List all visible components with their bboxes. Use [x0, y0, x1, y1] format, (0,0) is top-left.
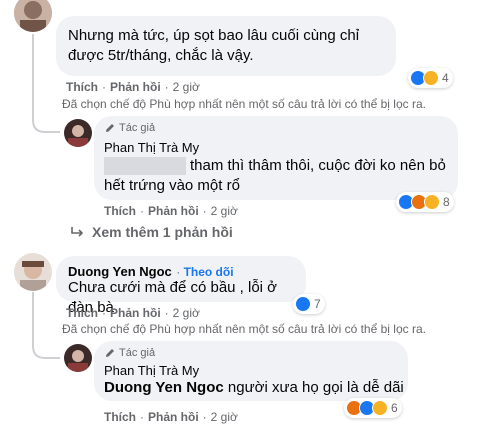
- separator-dot: ·: [140, 204, 144, 218]
- comment-text: tham thì thâm thôi, cuộc đời ko nên bỏ h…: [104, 156, 456, 196]
- reaction-summary[interactable]: 8: [396, 192, 454, 212]
- author-badge: Tác giả: [104, 122, 155, 134]
- like-link[interactable]: Thích: [66, 80, 98, 94]
- separator-dot: ·: [140, 410, 144, 424]
- timestamp[interactable]: 2 giờ: [173, 306, 200, 320]
- comment-author[interactable]: Phan Thị Trà My: [104, 140, 199, 155]
- like-link[interactable]: Thích: [104, 204, 136, 218]
- avatar[interactable]: [64, 119, 92, 147]
- separator-dot: ·: [164, 306, 169, 320]
- pencil-icon: [106, 124, 114, 132]
- comment-text: Duong Yen Ngoc người xưa họ gọi là dễ dã…: [104, 378, 404, 398]
- reply-link[interactable]: Phản hồi: [110, 306, 161, 320]
- reply-bubble: Tác giả Phan Thị Trà My Duong Yen Ngoc n…: [94, 341, 408, 401]
- avatar[interactable]: [14, 0, 52, 32]
- avatar-image: [14, 253, 52, 291]
- separator-dot: ·: [164, 80, 169, 94]
- reaction-summary[interactable]: 6: [344, 398, 402, 418]
- pencil-icon: [106, 349, 114, 357]
- separator-dot: ·: [202, 204, 207, 218]
- timestamp[interactable]: 2 giờ: [173, 80, 200, 94]
- author-badge: Tác giả: [104, 347, 155, 359]
- reaction-count: 7: [314, 297, 321, 311]
- reply-link[interactable]: Phản hồi: [110, 80, 161, 94]
- comment-text: Nhưng mà tức, úp sọt bao lâu cuối cùng c…: [68, 27, 360, 64]
- timestamp[interactable]: 2 giờ: [211, 204, 238, 218]
- comment-actions: Thích · Phản hồi · 2 giờ: [66, 306, 200, 320]
- comment-bubble: Nhưng mà tức, úp sọt bao lâu cuối cùng c…: [56, 16, 396, 76]
- haha-icon: [424, 194, 440, 210]
- like-icon: [295, 296, 311, 312]
- avatar-image: [64, 119, 92, 147]
- haha-icon: [372, 400, 388, 416]
- like-link[interactable]: Thích: [66, 306, 98, 320]
- view-more-replies[interactable]: Xem thêm 1 phản hồi: [70, 224, 233, 240]
- author-badge-label: Tác giả: [119, 347, 156, 359]
- reply-link[interactable]: Phản hồi: [148, 410, 199, 424]
- avatar[interactable]: [14, 253, 52, 291]
- comment-text-body: người xưa họ gọi là dễ dãi: [227, 379, 404, 396]
- author-badge-label: Tác giả: [119, 122, 156, 134]
- filter-note: Đã chọn chế độ Phù hợp nhất nên một số c…: [62, 322, 426, 336]
- separator-dot: ·: [176, 265, 184, 279]
- reaction-summary[interactable]: 4: [408, 68, 453, 88]
- reply-bubble: Tác giả Phan Thị Trà My tham thì thâm th…: [94, 116, 458, 200]
- comment-bubble: Duong Yen Ngoc · Theo dõi Chưa cưới mà đ…: [56, 256, 306, 316]
- comment-author[interactable]: Phan Thị Trà My: [104, 363, 199, 378]
- timestamp[interactable]: 2 giờ: [211, 410, 238, 424]
- separator-dot: ·: [102, 80, 106, 94]
- mention-link[interactable]: Duong Yen Ngoc: [104, 379, 224, 396]
- redacted-mention: [104, 157, 186, 176]
- separator-dot: ·: [102, 306, 106, 320]
- reaction-summary[interactable]: 7: [293, 294, 325, 314]
- like-link[interactable]: Thích: [104, 410, 136, 424]
- haha-icon: [423, 70, 439, 86]
- avatar-image: [64, 344, 92, 372]
- reply-actions: Thích · Phản hồi · 2 giờ: [104, 410, 238, 424]
- view-more-replies-label: Xem thêm 1 phản hồi: [92, 224, 233, 240]
- comment-actions: Thích · Phản hồi · 2 giờ: [66, 80, 200, 94]
- separator-dot: ·: [202, 410, 207, 424]
- filter-note: Đã chọn chế độ Phù hợp nhất nên một số c…: [62, 97, 426, 111]
- reaction-count: 6: [391, 401, 398, 415]
- avatar-image: [14, 0, 52, 32]
- reply-link[interactable]: Phản hồi: [148, 204, 199, 218]
- comment-author[interactable]: Duong Yen Ngoc: [68, 264, 172, 279]
- reply-actions: Thích · Phản hồi · 2 giờ: [104, 204, 238, 218]
- avatar[interactable]: [64, 344, 92, 372]
- follow-link[interactable]: Theo dõi: [184, 265, 234, 279]
- reaction-count: 8: [443, 195, 450, 209]
- reply-arrow-icon: [71, 227, 84, 237]
- reaction-count: 4: [442, 71, 449, 85]
